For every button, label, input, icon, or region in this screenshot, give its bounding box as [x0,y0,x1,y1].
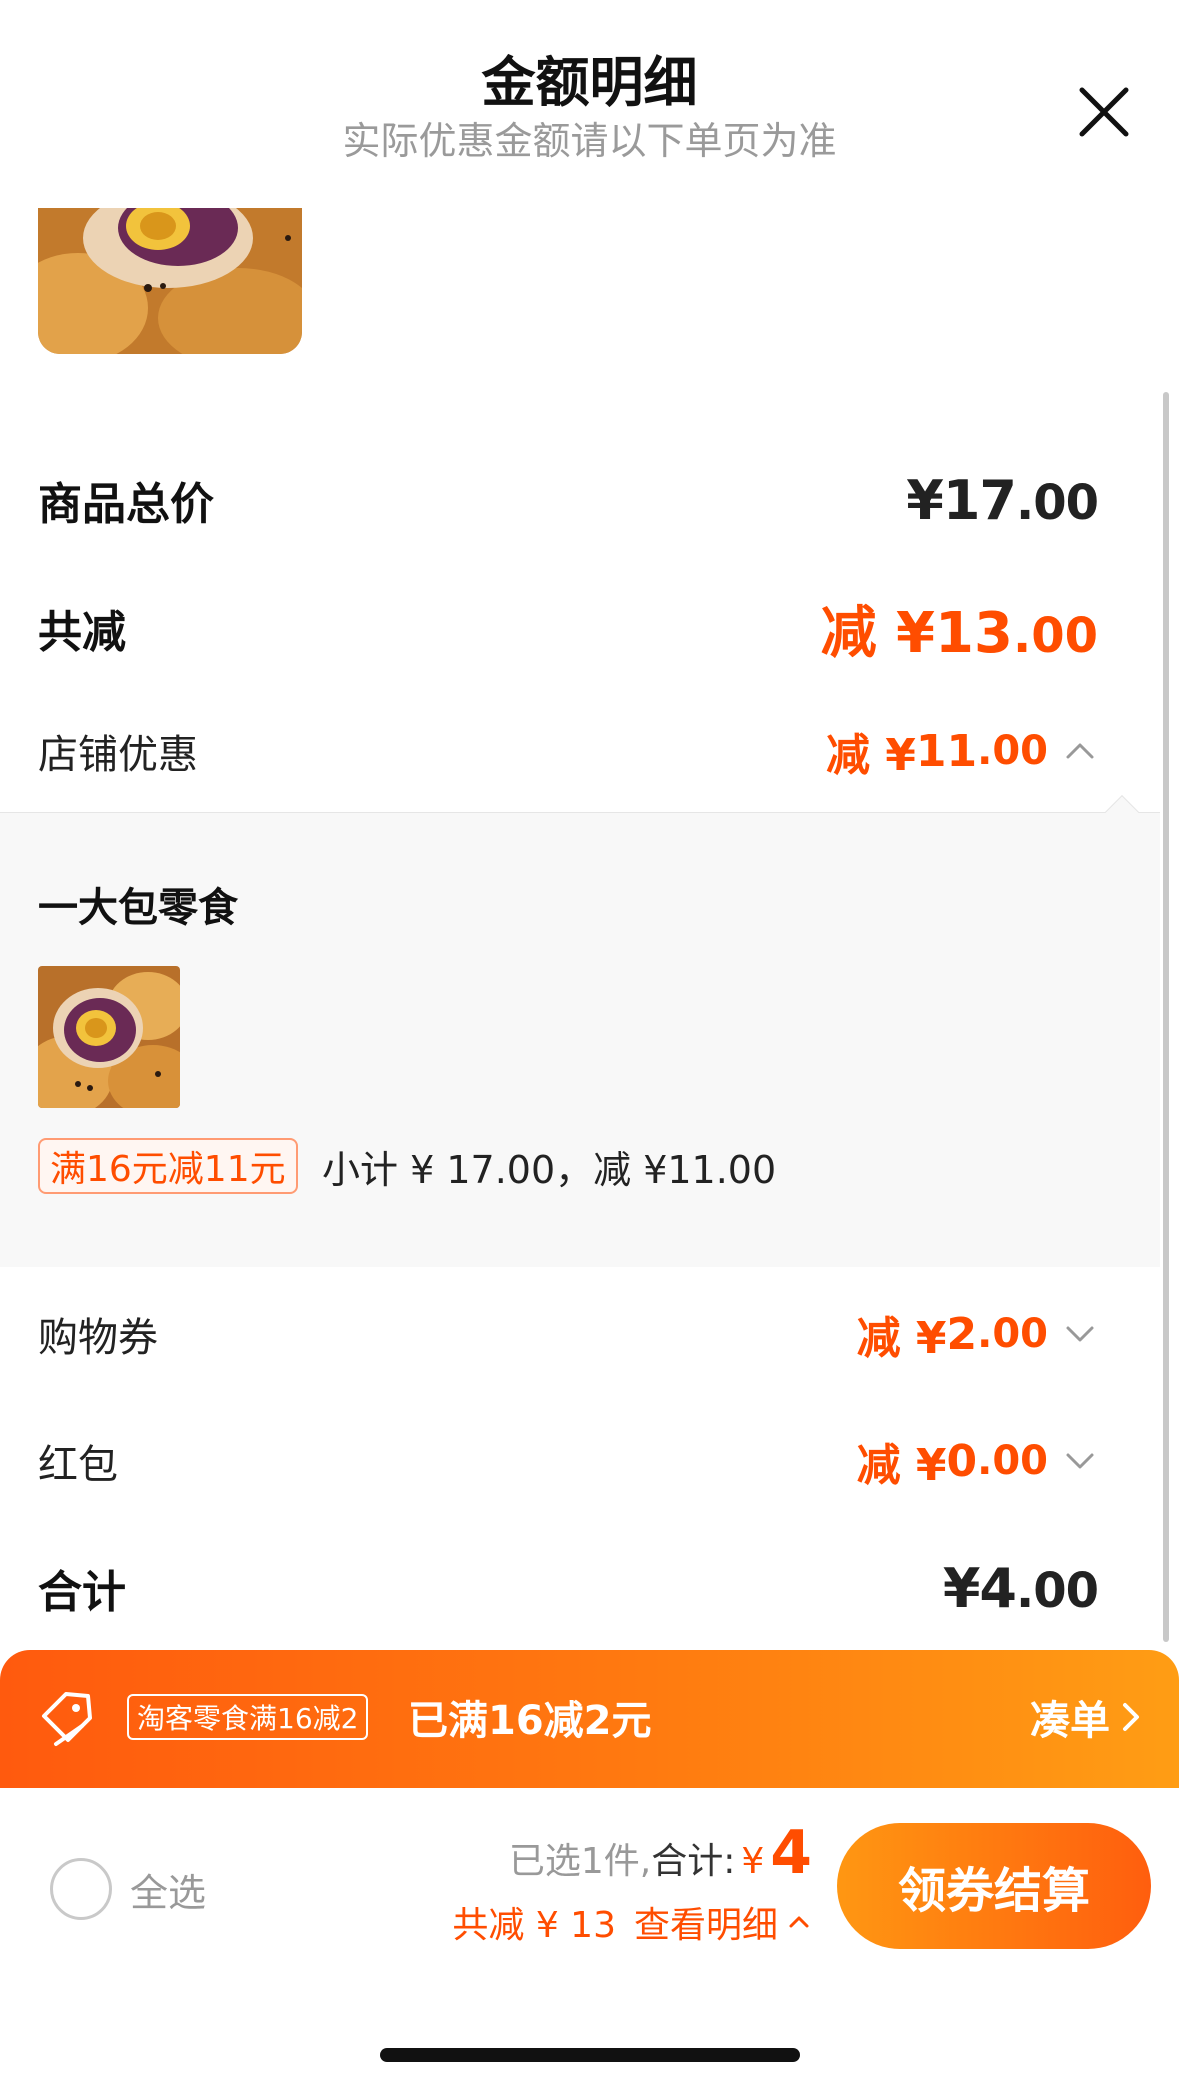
store-product-image[interactable] [38,966,180,1108]
grand-total-row: 合计 ¥4.00 [38,1543,1099,1633]
total-label: 合计: [651,1841,736,1882]
total-discount-amount: 减 ¥13.00 [820,600,1098,666]
amount-detail-sheet: 金额明细 实际优惠金额请以下单页为准 商品总价 ¥17.00 共减 减 ¥13.… [0,0,1179,2092]
chevron-up-icon [789,1916,809,1928]
grand-total-label: 合计 [38,1567,126,1618]
total-discount-row: 共减 减 ¥13.00 [38,583,1098,673]
sheet-header: 金额明细 实际优惠金额请以下单页为准 [0,0,1179,200]
banner-text: 已满16减2元 [408,1698,652,1744]
total-discount-label: 共减 [38,607,126,658]
store-discount-row[interactable]: 店铺优惠 减 ¥11.00 [38,706,1098,796]
goods-total-row: 商品总价 ¥17.00 [38,455,1099,545]
chevron-right-icon [1123,1703,1139,1731]
red-packet-row[interactable]: 红包 减 ¥0.00 [38,1416,1098,1506]
view-detail-label: 查看明细 [633,1905,778,1946]
page-title: 金额明细 [481,51,698,114]
grand-total-amount: ¥4.00 [942,1556,1099,1620]
add-items-label: 凑单 [1030,1698,1110,1744]
checkout-summary: 已选1件, 合计: ¥ 4 共减 ¥ 13 查看明细 [420,1818,812,1948]
product-image[interactable] [38,208,302,354]
goods-total-amount: ¥17.00 [906,468,1099,532]
coupon-amount: 减 ¥2.00 [857,1302,1098,1366]
close-icon [1079,87,1129,137]
store-discount-label: 店铺优惠 [38,732,198,778]
red-packet-label: 红包 [38,1442,118,1488]
selected-total-line: 已选1件, 合计: ¥ 4 [420,1818,812,1888]
total-value: 4 [770,1818,812,1888]
view-detail-link[interactable]: 共减 ¥ 13 查看明细 [420,1896,812,1948]
checkout-button[interactable]: 领券结算 [837,1823,1151,1949]
chevron-down-icon [1066,1453,1094,1469]
chevron-down-icon [1066,1326,1094,1342]
close-button[interactable] [1070,78,1138,146]
goods-total-label: 商品总价 [38,479,214,530]
banner-chip: 淘客零食满16减2 [127,1694,369,1740]
select-all-checkbox[interactable]: 全选 [50,1858,206,1920]
promo-tag: 满16元减11元 [38,1138,298,1194]
yen-symbol: ¥ [741,1841,765,1882]
scrollbar[interactable] [1163,392,1169,1642]
store-discount-amount: 减 ¥11.00 [826,719,1098,783]
coupon-label: 购物券 [38,1315,158,1361]
coupon-row[interactable]: 购物券 减 ¥2.00 [38,1289,1098,1379]
discount-summary: 共减 ¥ 13 [452,1905,616,1946]
store-subtotal: 小计 ¥ 17.00，减 ¥11.00 [322,1147,777,1192]
home-indicator [380,2048,800,2062]
add-items-link[interactable]: 凑单 [1030,1688,1142,1746]
selected-count: 已选1件, [508,1841,652,1882]
red-packet-amount: 减 ¥0.00 [857,1429,1098,1493]
page-subtitle: 实际优惠金额请以下单页为准 [342,119,837,163]
radio-circle[interactable] [50,1858,112,1920]
store-name: 一大包零食 [38,885,238,931]
checkout-bar: 全选 已选1件, 合计: ¥ 4 共减 ¥ 13 查看明细 领券结算 [0,1788,1179,2092]
select-all-label: 全选 [130,1870,207,1915]
promo-banner[interactable]: 淘客零食满16减2 已满16减2元 凑单 [0,1650,1179,1788]
chevron-up-icon [1066,743,1094,759]
tag-icon [42,1692,92,1746]
